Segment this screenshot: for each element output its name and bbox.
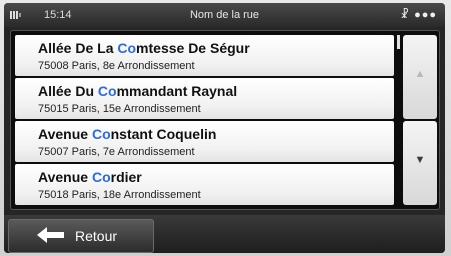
- match-highlight: Co: [91, 126, 111, 142]
- gps-signal-icon: ☧ ●●●: [400, 9, 437, 21]
- results-panel: Allée De La Comtesse De Ségur 75008 Pari…: [10, 30, 440, 210]
- match-highlight: Co: [97, 83, 117, 99]
- list-item[interactable]: Allée De La Comtesse De Ségur 75008 Pari…: [15, 35, 394, 76]
- list-item[interactable]: Allée Du Commandant Raynal 75015 Paris, …: [15, 78, 394, 119]
- street-address: 75008 Paris, 8e Arrondissement: [38, 60, 195, 72]
- street-address: 75007 Paris, 7e Arrondissement: [38, 146, 195, 158]
- street-address: 75018 Paris, 18e Arrondissement: [38, 189, 201, 201]
- street-result-list: Allée De La Comtesse De Ségur 75008 Pari…: [15, 35, 394, 207]
- list-item[interactable]: Avenue Cordier 75018 Paris, 18e Arrondis…: [15, 164, 394, 205]
- arrow-up-icon: ▲: [414, 68, 426, 80]
- back-button[interactable]: Retour: [8, 219, 154, 253]
- match-highlight: Co: [91, 169, 111, 185]
- scroll-position-indicator: [397, 35, 400, 49]
- bottom-bar: Retour: [4, 215, 445, 253]
- status-bar: 15:14 Nom de la rue ☧ ●●●: [4, 3, 445, 27]
- back-button-label: Retour: [75, 228, 118, 244]
- scroll-down-button[interactable]: ▼: [403, 121, 437, 205]
- arrow-down-icon: ▼: [414, 154, 426, 166]
- street-name: Allée De La Comtesse De Ségur: [38, 40, 250, 56]
- scroll-up-button[interactable]: ▲: [403, 35, 437, 119]
- arrow-left-icon: [37, 227, 64, 243]
- list-item[interactable]: Avenue Constant Coquelin 75007 Paris, 7e…: [15, 121, 394, 162]
- navigation-screen: 15:14 Nom de la rue ☧ ●●● Allée De La Co…: [4, 3, 445, 253]
- street-name: Avenue Constant Coquelin: [38, 126, 217, 142]
- street-name: Avenue Cordier: [38, 169, 142, 185]
- page-title: Nom de la rue: [189, 9, 260, 21]
- street-address: 75015 Paris, 15e Arrondissement: [38, 103, 201, 115]
- match-highlight: Co: [117, 40, 137, 56]
- street-name: Allée Du Commandant Raynal: [38, 83, 238, 99]
